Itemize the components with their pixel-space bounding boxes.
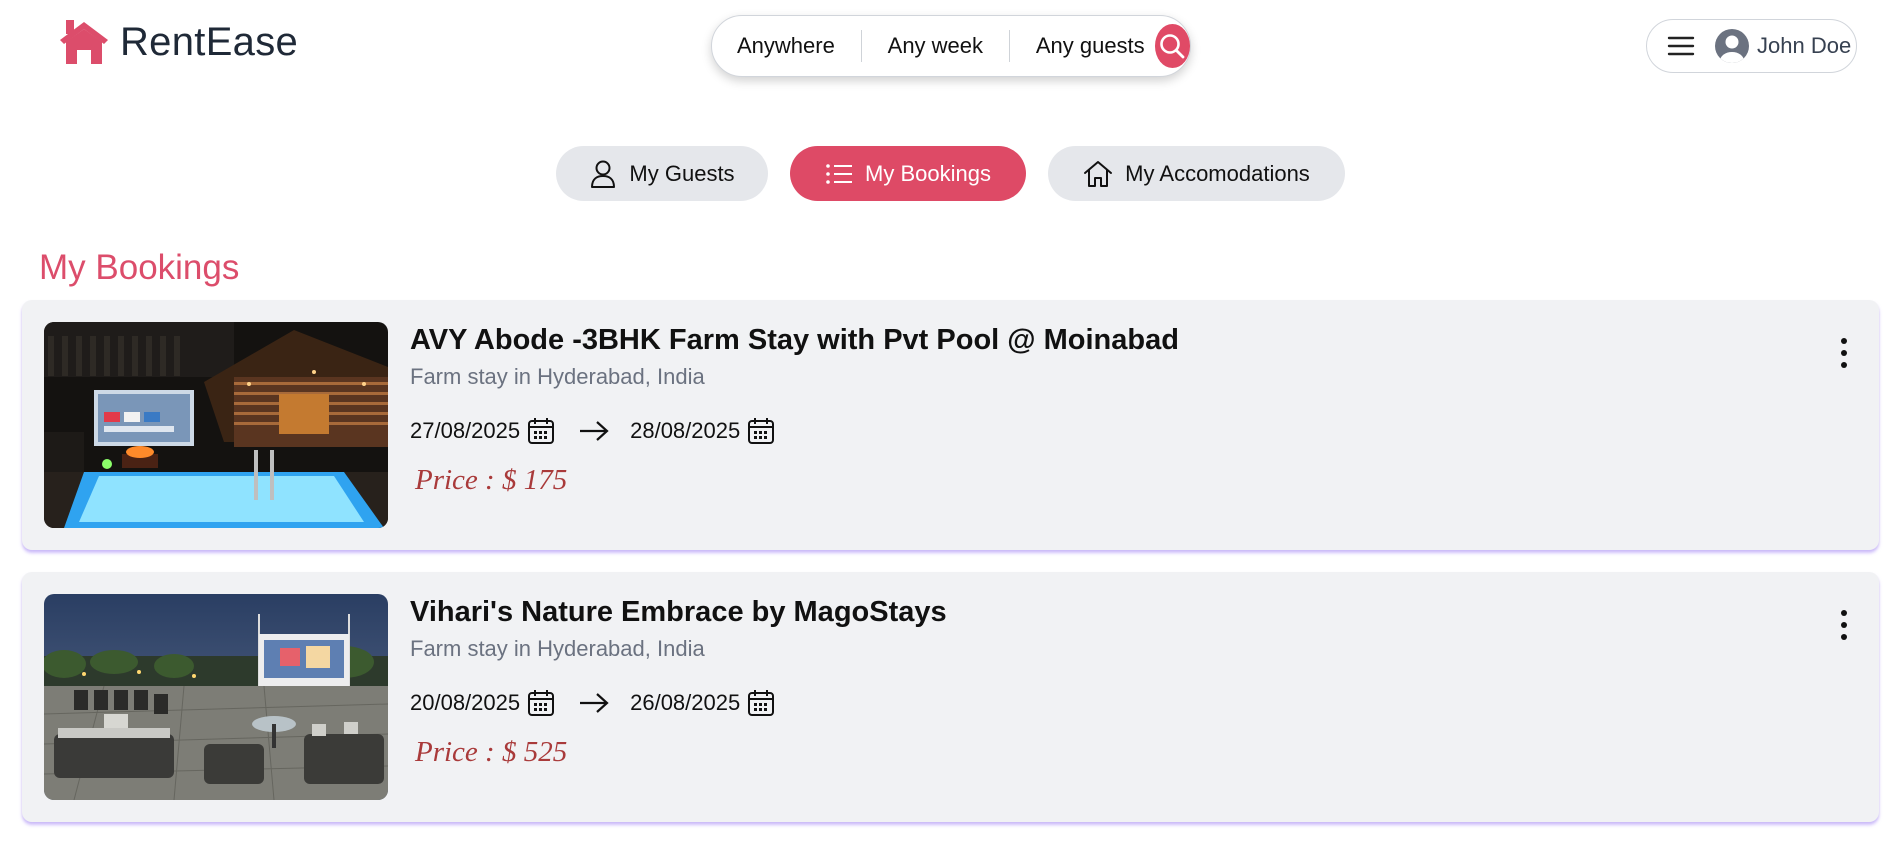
check-in-date: 20/08/2025 (410, 690, 521, 715)
search-who[interactable]: Any guests (1010, 33, 1151, 59)
arrow-right-icon (580, 693, 609, 713)
user-name: John Doe (1757, 33, 1852, 58)
listing-subtitle: Farm stay in Hyderabad, India (410, 364, 705, 389)
tab-my-guests[interactable]: My Guests (556, 146, 768, 201)
account-tabs: My Guests My Bookings My Accomodations (0, 146, 1898, 202)
check-out-date: 26/08/2025 (630, 690, 741, 715)
booking-dates: 20/08/2025 26/08/2025 (410, 686, 776, 720)
check-out-date: 28/08/2025 (630, 418, 741, 443)
user-avatar-icon (1715, 29, 1749, 63)
list-icon (826, 163, 853, 184)
more-options-icon[interactable] (1839, 336, 1849, 370)
calendar-icon (528, 418, 555, 444)
hamburger-icon (1667, 36, 1695, 56)
search-when[interactable]: Any week (862, 33, 1009, 59)
booking-price: Price : $ 175 (415, 464, 568, 496)
house-icon (60, 20, 108, 64)
arrow-right-icon (580, 421, 609, 441)
search-button[interactable] (1154, 24, 1190, 68)
listing-subtitle: Farm stay in Hyderabad, India (410, 636, 705, 661)
listing-photo[interactable] (44, 322, 388, 528)
search-where[interactable]: Anywhere (712, 33, 861, 59)
check-in-date: 27/08/2025 (410, 418, 521, 443)
user-menu-button[interactable]: John Doe (1646, 19, 1857, 73)
more-options-icon[interactable] (1839, 608, 1849, 642)
tab-label: My Accomodations (1125, 160, 1310, 186)
brand-logo[interactable]: RentEase (58, 18, 298, 66)
user-icon (591, 160, 616, 188)
search-bar[interactable]: Anywhere Any week Any guests (711, 15, 1191, 77)
tab-label: My Guests (629, 160, 735, 186)
tab-my-accomodations[interactable]: My Accomodations (1048, 146, 1345, 201)
listing-photo[interactable] (44, 594, 388, 800)
calendar-icon (748, 690, 775, 716)
calendar-icon (748, 418, 775, 444)
page-title: My Bookings (39, 248, 240, 287)
booking-price: Price : $ 525 (415, 736, 568, 768)
booking-dates: 27/08/2025 28/08/2025 (410, 414, 776, 448)
booking-card[interactable]: AVY Abode -3BHK Farm Stay with Pvt Pool … (22, 300, 1879, 550)
listing-title[interactable]: Vihari's Nature Embrace by MagoStays (410, 596, 947, 629)
booking-card[interactable]: Vihari's Nature Embrace by MagoStays Far… (22, 572, 1879, 822)
tab-my-bookings[interactable]: My Bookings (790, 146, 1026, 201)
listing-title[interactable]: AVY Abode -3BHK Farm Stay with Pvt Pool … (410, 324, 1179, 357)
home-icon (1084, 160, 1113, 187)
search-icon (1160, 34, 1185, 59)
brand-name: RentEase (120, 19, 299, 64)
top-header: RentEase Anywhere Any week Any guests Jo… (0, 0, 1898, 92)
tab-label: My Bookings (865, 160, 991, 186)
calendar-icon (528, 690, 555, 716)
